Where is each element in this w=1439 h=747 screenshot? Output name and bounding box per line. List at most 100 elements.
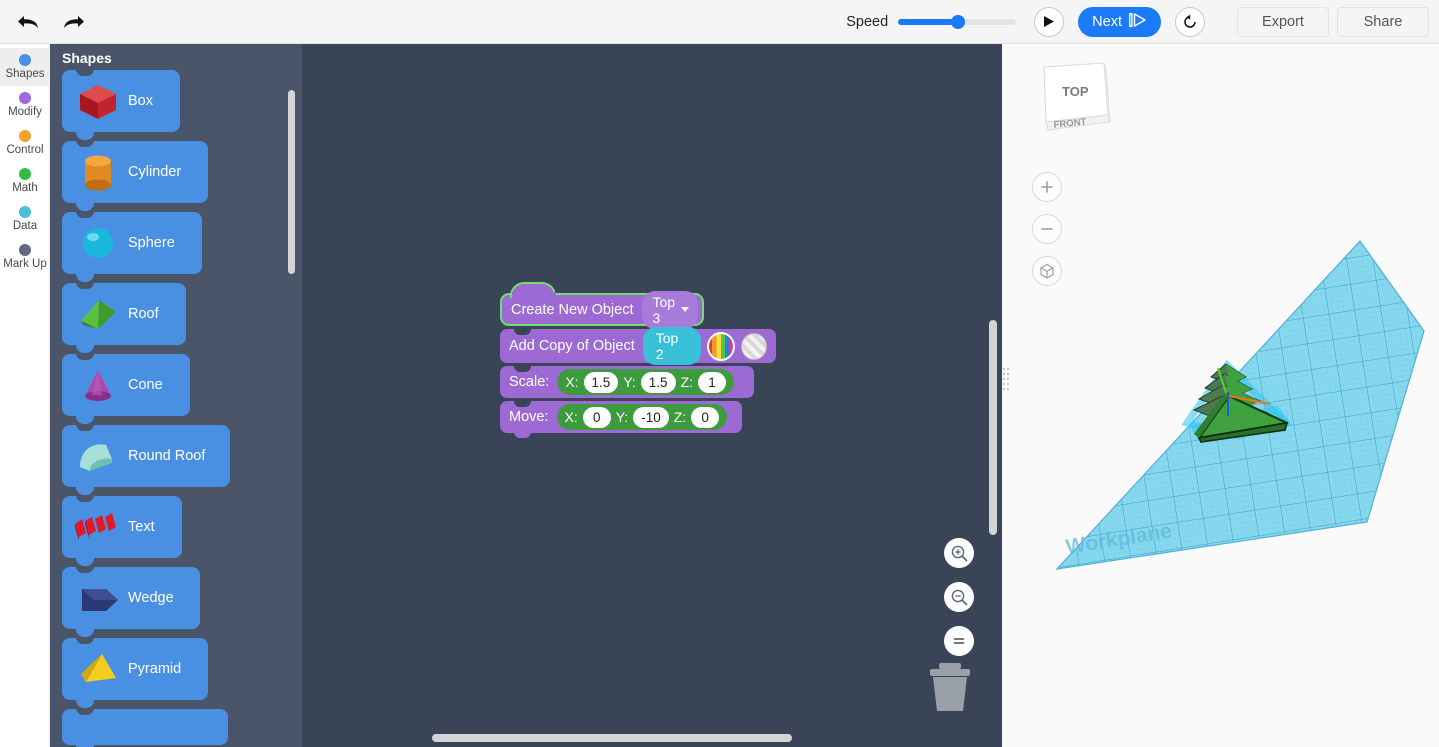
speed-control: Speed [846,13,1017,30]
code-canvas[interactable]: Create New Object Top 3 Add Copy of Obje… [302,44,1002,747]
shape-label-roof: Roof [128,306,159,322]
shape-label-round-roof: Round Roof [128,448,206,464]
rail-item-markup[interactable]: Mark Up [0,238,50,276]
shape-block-list: Box Cylinder Sphere Roof Cone Round Roof… [50,69,302,747]
canvas-zoom-in-button[interactable] [944,538,974,568]
hat-bump-fill [512,292,556,300]
canvas-fit-view-button[interactable] [944,626,974,656]
canvas-horizontal-scrollbar[interactable] [432,734,792,742]
sphere-icon [68,218,128,268]
speed-label: Speed [846,13,889,30]
data-category-icon [19,206,31,218]
scale-axis-group: X: 1.5 Y: 1.5 Z: 1 [557,369,735,395]
text-icon [68,502,128,552]
rail-item-data[interactable]: Data [0,200,50,238]
cone-icon [68,360,128,410]
shape-label-cone: Cone [128,377,163,393]
rail-label-math: Math [12,182,38,194]
shape-label-cylinder: Cylinder [128,164,182,180]
block-notch-top [514,401,531,407]
rail-label-markup: Mark Up [3,258,47,270]
shapes-category-icon [19,54,31,66]
move-y-input[interactable]: -10 [633,406,669,428]
rainbow-color-swatch[interactable] [707,331,736,361]
history-controls [0,8,88,36]
workplane-scene[interactable]: Workplane [1002,44,1439,747]
rail-label-shapes: Shapes [5,68,45,80]
rail-label-data: Data [12,220,38,232]
shape-block-text[interactable]: Text [62,495,182,566]
box-icon [68,76,128,126]
object-name-pill-top2[interactable]: Top 2 [642,327,702,365]
markup-category-icon [19,244,31,256]
rail-item-math[interactable]: Math [0,162,50,200]
block-add-copy-of-object[interactable]: Add Copy of Object Top 2 [500,327,776,365]
trash-icon[interactable] [926,661,974,713]
tinkercad-codeblocks-app: Speed Next Export Share Shapes Modify Co… [0,0,1439,747]
shape-label-wedge: Wedge [128,590,174,606]
rail-label-control: Control [6,144,44,156]
scale-x-input[interactable]: 1.5 [583,371,619,393]
redo-arrow-icon[interactable] [60,8,88,36]
preview-viewport[interactable]: TOP FRONT Workplane [1002,44,1439,747]
block-label-scale: Scale: [509,374,550,390]
scale-z-input[interactable]: 1 [698,371,727,393]
move-x-label: X: [564,409,578,425]
canvas-vertical-scrollbar[interactable] [989,320,997,535]
shape-label-text: Text [128,519,155,535]
block-scale[interactable]: Scale: X: 1.5 Y: 1.5 Z: 1 [500,366,754,398]
scale-x-label: X: [565,374,579,390]
canvas-zoom-out-button[interactable] [944,582,974,612]
hole-swatch[interactable] [741,332,767,360]
undo-arrow-icon[interactable] [14,8,42,36]
shape-label-box: Box [128,93,153,109]
block-label-move: Move: [509,409,549,425]
shape-block-box[interactable]: Box [62,69,180,140]
drawer-scrollbar[interactable] [288,90,295,274]
shape-block-wedge[interactable]: Wedge [62,566,200,637]
shape-label-pyramid: Pyramid [128,661,182,677]
shape-block-round-roof[interactable]: Round Roof [62,424,230,495]
share-button[interactable]: Share [1337,6,1429,37]
speed-slider[interactable] [898,14,1017,29]
shape-block-roof[interactable]: Roof [62,282,186,353]
rail-item-control[interactable]: Control [0,124,50,162]
next-button[interactable]: Next [1078,6,1161,37]
object-name-dropdown-top3[interactable]: Top 3 [641,290,699,329]
shape-block-partial[interactable] [62,708,228,747]
move-x-input[interactable]: 0 [582,406,611,428]
wedge-icon [68,573,128,623]
panel-resize-handle[interactable] [1003,368,1011,394]
block-move[interactable]: Move: X: 0 Y: -10 Z: 0 [500,401,742,438]
block-label-create-new-object: Create New Object [511,301,634,318]
top-toolbar: Speed Next Export Share [0,0,1439,44]
shape-block-pyramid[interactable]: Pyramid [62,637,208,708]
shape-block-cylinder[interactable]: Cylinder [62,140,208,211]
shape-label-sphere: Sphere [128,235,175,251]
scale-y-label: Y: [623,374,636,390]
block-notch-top [514,329,531,335]
shape-block-cone[interactable]: Cone [62,353,190,424]
next-button-label: Next [1092,13,1122,30]
scale-y-input[interactable]: 1.5 [640,371,676,393]
scale-z-label: Z: [680,374,694,390]
rail-item-modify[interactable]: Modify [0,86,50,124]
modify-category-icon [19,92,31,104]
drawer-title: Shapes [62,50,112,66]
block-create-new-object[interactable]: Create New Object Top 3 [500,282,704,329]
category-rail: Shapes Modify Control Math Data Mark Up [0,44,50,747]
rail-item-shapes[interactable]: Shapes [0,48,50,86]
move-z-label: Z: [673,409,687,425]
move-axis-group: X: 0 Y: -10 Z: 0 [556,404,728,430]
shape-block-sphere[interactable]: Sphere [62,211,202,282]
control-category-icon [19,130,31,142]
export-button[interactable]: Export [1237,6,1329,37]
speed-slider-knob[interactable] [951,14,966,29]
restart-button[interactable] [1175,6,1205,37]
object-name-value: Top 3 [652,293,676,326]
block-notch-bottom [514,432,531,438]
speed-slider-fill [898,18,959,25]
move-z-input[interactable]: 0 [691,406,720,428]
play-button[interactable] [1034,6,1065,37]
math-category-icon [19,168,31,180]
